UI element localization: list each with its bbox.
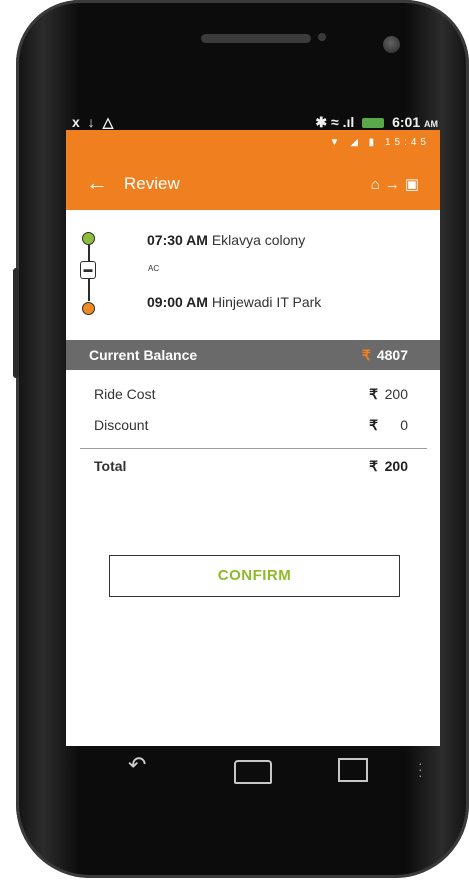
proximity-sensor (318, 33, 326, 41)
total-divider (80, 448, 427, 449)
app-status-bar: ▼ ◢ ▮ 15:45 (66, 130, 440, 156)
rupee-icon: ₹ (361, 347, 371, 363)
pickup-stop: 07:30 AM Eklavya colony (147, 232, 305, 248)
rupee-icon: ₹ (369, 458, 378, 474)
front-camera (383, 36, 400, 53)
battery-icon (362, 118, 385, 129)
start-point-icon (82, 232, 95, 245)
earpiece-speaker (201, 34, 311, 43)
toolbar-actions: ⌂→▣ (371, 175, 424, 193)
system-nav-bar: ↶ · · · (66, 746, 440, 800)
overflow-menu-icon[interactable]: · · · (418, 756, 423, 782)
recent-apps-icon[interactable] (338, 758, 368, 782)
app-status-icons: ▼ ◢ ▮ 15:45 (330, 137, 430, 148)
ride-cost-label: Ride Cost (94, 386, 156, 402)
home-nav-icon[interactable] (234, 760, 272, 784)
device-time-ampm: AM (424, 119, 438, 129)
pickup-place: Eklavya colony (211, 232, 306, 248)
drop-time: 09:00 AM (147, 294, 208, 310)
balance-label: Current Balance (89, 347, 198, 363)
drop-stop: 09:00 AM Hinjewadi IT Park (147, 294, 321, 310)
back-nav-icon[interactable]: ↶ (128, 752, 146, 778)
drop-place: Hinjewadi IT Park (211, 294, 322, 310)
notification-icons: x ↓ △ (72, 114, 116, 130)
vehicle-type: AC (148, 264, 160, 273)
discount-value: 0 (400, 417, 408, 433)
bus-icon[interactable]: ▣ (405, 176, 424, 193)
ride-cost-value: 200 (384, 386, 408, 402)
page-title: Review (124, 174, 180, 193)
volume-button (13, 268, 19, 378)
signal-icons: ✱ ≈ .ıl (315, 114, 355, 130)
device-status-right: ✱ ≈ .ıl 6:01 AM (315, 114, 438, 131)
status-icons: ▼ ◢ ▮ (329, 137, 379, 148)
route-summary: ▬ 07:30 AM Eklavya colony AC 09:00 AM Hi… (66, 210, 440, 340)
rupee-icon: ₹ (369, 417, 378, 433)
home-icon[interactable]: ⌂ (371, 176, 385, 193)
confirm-button[interactable]: CONFIRM (109, 555, 400, 597)
total-value: 200 (384, 458, 408, 474)
arrow-left-icon[interactable]: ← (86, 170, 108, 196)
app-screen: ▼ ◢ ▮ 15:45 ← Review ⌂→▣ ▬ 07:30 AM Ekla… (66, 130, 440, 746)
balance-value: 4807 (376, 347, 408, 363)
rupee-icon: ₹ (369, 386, 378, 402)
total-label: Total (94, 458, 127, 474)
device-time: 6:01 (392, 114, 421, 130)
discount-label: Discount (94, 417, 149, 433)
end-point-icon (82, 302, 95, 315)
current-balance-bar: Current Balance ₹4807 (66, 340, 440, 370)
pickup-time: 07:30 AM (147, 232, 208, 248)
app-toolbar: ← Review ⌂→▣ (66, 156, 440, 210)
bus-icon: ▬ (80, 261, 96, 279)
balance-amount: ₹4807 (362, 347, 408, 364)
arrow-right-icon: → (384, 176, 405, 193)
app-status-time: 15:45 (384, 137, 430, 148)
